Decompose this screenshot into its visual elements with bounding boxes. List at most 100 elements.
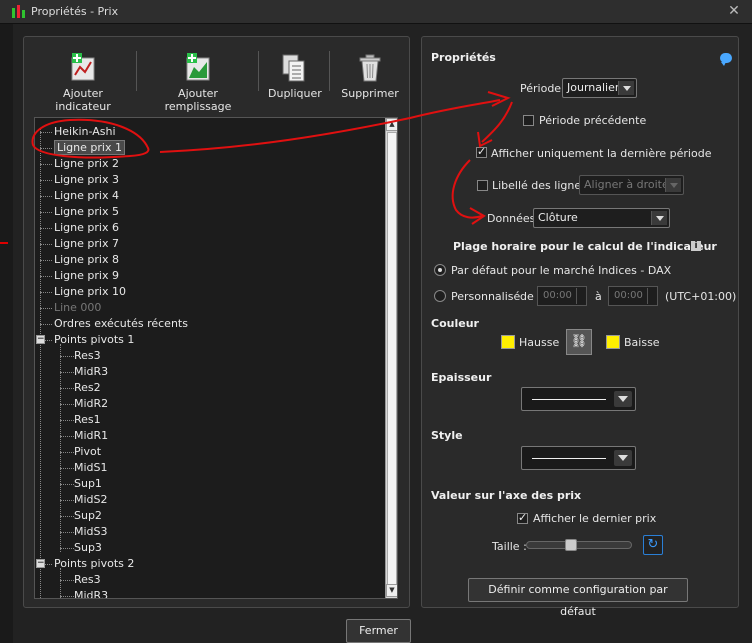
reset-icon[interactable]: ↻: [643, 535, 663, 555]
tree-item-label: Ordres exécutés récents: [54, 317, 188, 330]
price-axis-section-title: Valeur sur l'axe des prix: [431, 489, 582, 502]
add-indicator-label: Ajouter indicateur: [55, 87, 111, 113]
chevron-down-icon: [614, 391, 632, 407]
tree-scrollbar[interactable]: ▲ ▼: [385, 118, 397, 598]
show-last-price-checkbox[interactable]: [517, 511, 528, 524]
tree-item[interactable]: Sup2: [74, 508, 102, 524]
scroll-up-icon[interactable]: ▲: [386, 118, 397, 131]
up-color-swatch[interactable]: [501, 335, 515, 349]
close-button[interactable]: Fermer: [346, 619, 411, 643]
custom-hours-radio[interactable]: [434, 290, 446, 302]
tree-item-label: MidS2: [74, 493, 108, 506]
tree-item[interactable]: MidR2: [74, 396, 108, 412]
previous-period-checkbox[interactable]: [523, 115, 534, 126]
tree-item-label: MidS3: [74, 525, 108, 538]
candlestick-app-icon: [10, 4, 26, 20]
tree-item[interactable]: MidS1: [74, 460, 108, 476]
color-section-title: Couleur: [431, 317, 479, 330]
tree-group[interactable]: Points pivots 1: [54, 332, 134, 348]
thickness-section-title: Epaisseur: [431, 371, 492, 384]
tree-item-label: Sup3: [74, 541, 102, 554]
tree-connector: [60, 420, 74, 421]
tree-item-label: MidR3: [74, 365, 109, 378]
tree-item[interactable]: Ligne prix 2: [54, 156, 119, 172]
tree-item[interactable]: Ordres exécutés récents: [54, 316, 188, 332]
tree-connector: [60, 548, 74, 549]
tree-item[interactable]: Heikin-Ashi: [54, 124, 116, 140]
periode-select[interactable]: Journalier: [562, 78, 637, 98]
tree-item[interactable]: Ligne prix 9: [54, 268, 119, 284]
thickness-select[interactable]: [521, 387, 636, 411]
tree-item[interactable]: Ligne prix 4: [54, 188, 119, 204]
add-indicator-button[interactable]: Ajouter indicateur: [38, 53, 128, 113]
tree-item[interactable]: Ligne prix 5: [54, 204, 119, 220]
window-title: Propriétés - Prix: [31, 5, 119, 18]
tree-item-label: Ligne prix 10: [54, 285, 126, 298]
tree-connector: [40, 244, 52, 245]
last-period-only-checkbox[interactable]: [476, 145, 487, 158]
tree-connector: [60, 516, 74, 517]
tree-item[interactable]: Ligne prix 8: [54, 252, 119, 268]
tree-item[interactable]: Sup1: [74, 476, 102, 492]
tree-item[interactable]: Ligne prix 6: [54, 220, 119, 236]
line-labels-label: Libellé des lignes: [492, 179, 587, 192]
scrollbar-thumb[interactable]: [387, 132, 397, 586]
tree-connector: [40, 148, 52, 149]
from-time-value: 00:00: [543, 290, 572, 301]
tree-connector: [40, 196, 52, 197]
tree-connector: [60, 404, 74, 405]
collapse-icon[interactable]: −: [36, 559, 45, 568]
tree-item[interactable]: MidR1: [74, 428, 108, 444]
show-last-price-label: Afficher le dernier prix: [533, 512, 657, 525]
to-label: à: [595, 290, 602, 303]
tree-item[interactable]: Pivot: [74, 444, 101, 460]
tree-item[interactable]: Res3: [74, 572, 101, 588]
tree-item[interactable]: MidR3: [74, 588, 108, 598]
tree-item[interactable]: Res3: [74, 348, 101, 364]
tree-item[interactable]: Ligne prix 10: [54, 284, 126, 300]
tree-item[interactable]: MidS3: [74, 524, 108, 540]
tree-item-label: Ligne prix 6: [54, 221, 119, 234]
tree-connector: [40, 128, 41, 598]
tree-item[interactable]: MidS2: [74, 492, 108, 508]
tree-item[interactable]: Res1: [74, 412, 101, 428]
duplicate-button[interactable]: Dupliquer: [268, 53, 322, 100]
tree-connector: [60, 344, 61, 552]
size-slider[interactable]: [526, 541, 632, 549]
default-hours-radio[interactable]: [434, 264, 446, 276]
chevron-down-icon: [618, 81, 634, 95]
donnees-label: Données: [487, 212, 536, 225]
tree-item[interactable]: Ligne prix 3: [54, 172, 119, 188]
delete-button[interactable]: Supprimer: [340, 53, 400, 100]
tree-item[interactable]: MidR3: [74, 364, 108, 380]
collapse-icon[interactable]: −: [36, 335, 45, 344]
tree-item[interactable]: Ligne prix 1: [54, 140, 125, 156]
close-icon[interactable]: ✕: [726, 3, 742, 19]
down-color-swatch[interactable]: [606, 335, 620, 349]
add-fill-button[interactable]: Ajouter remplissage: [148, 53, 248, 113]
tree-group[interactable]: Points pivots 2: [54, 556, 134, 572]
tree-connector: [60, 388, 74, 389]
tree-item[interactable]: Line 000: [54, 300, 101, 316]
tree-connector: [60, 356, 74, 357]
scroll-down-icon[interactable]: ▼: [386, 584, 397, 597]
tree-item[interactable]: Ligne prix 7: [54, 236, 119, 252]
style-select[interactable]: [521, 446, 636, 470]
tree-connector: [40, 308, 52, 309]
line-labels-select[interactable]: Aligner à droite: [579, 175, 684, 195]
donnees-value: Clôture: [538, 211, 578, 224]
line-labels-value: Aligner à droite: [584, 178, 669, 191]
tree-item-label: Ligne prix 4: [54, 189, 119, 202]
tree-item[interactable]: Sup3: [74, 540, 102, 556]
line-labels-checkbox[interactable]: [477, 180, 488, 191]
duplicate-label: Dupliquer: [268, 87, 322, 100]
set-default-button[interactable]: Définir comme configuration par défaut: [468, 578, 688, 618]
donnees-select[interactable]: Clôture: [533, 208, 670, 228]
to-time-input[interactable]: 00:00: [608, 286, 658, 306]
chat-icon[interactable]: [720, 53, 732, 66]
from-time-input[interactable]: 00:00: [537, 286, 587, 306]
link-colors-icon[interactable]: ⛓: [566, 329, 592, 355]
tree-item[interactable]: Res2: [74, 380, 101, 396]
size-slider-thumb[interactable]: [565, 539, 577, 551]
info-icon[interactable]: i: [691, 241, 701, 251]
